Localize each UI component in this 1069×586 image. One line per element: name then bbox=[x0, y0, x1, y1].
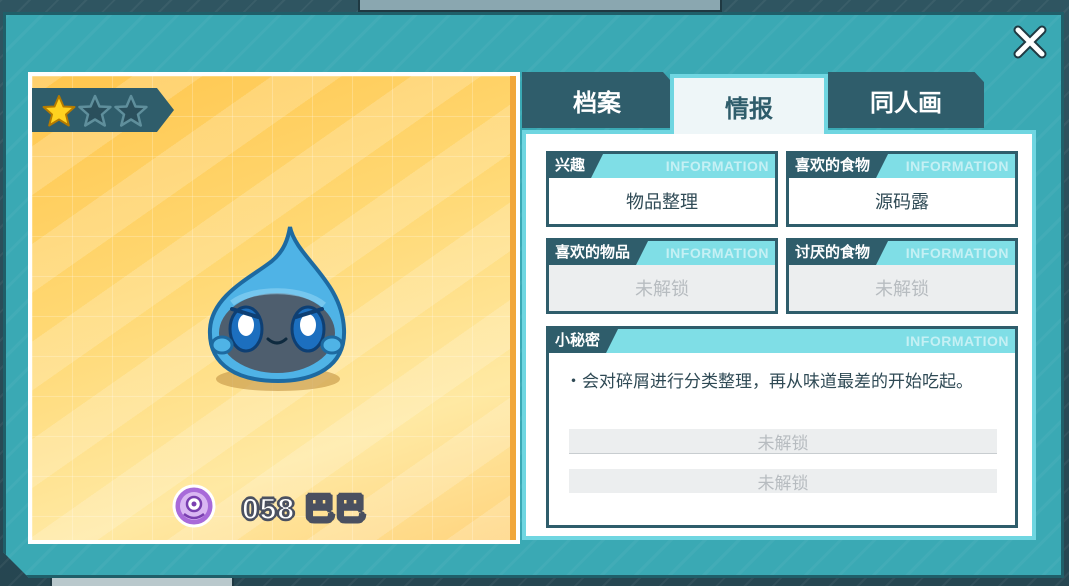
character-card: 058 巴巴 bbox=[28, 72, 520, 544]
secret-text: ・会对碎屑进行分类整理，再从味道最差的开始吃起。 bbox=[565, 372, 973, 391]
creature-portrait bbox=[207, 226, 347, 391]
star-filled-icon bbox=[42, 95, 76, 127]
tab-fan-art[interactable]: 同人画 bbox=[828, 72, 984, 128]
rarity-banner bbox=[32, 88, 174, 132]
locked-secret-1: 未解锁 bbox=[569, 429, 997, 454]
liked-item-value: 未解锁 bbox=[549, 265, 775, 311]
liked-item-label: 喜欢的物品 bbox=[549, 241, 648, 265]
hated-food-value: 未解锁 bbox=[789, 265, 1015, 311]
hobby-value: 物品整理 bbox=[626, 192, 698, 212]
liked-food-box: INFORMATION 喜欢的食物 源码露 bbox=[786, 151, 1018, 227]
liked-item-box: INFORMATION 喜欢的物品 未解锁 bbox=[546, 238, 778, 314]
creature-name: 058 巴巴 bbox=[241, 492, 367, 527]
hobby-box: INFORMATION 兴趣 物品整理 bbox=[546, 151, 778, 227]
header-watermark: INFORMATION bbox=[665, 158, 769, 174]
header-watermark: INFORMATION bbox=[905, 333, 1009, 349]
card-edge bbox=[510, 76, 516, 540]
close-icon[interactable] bbox=[1010, 22, 1050, 62]
creature-id-row: 058 巴巴 bbox=[172, 482, 366, 530]
liked-food-label: 喜欢的食物 bbox=[789, 154, 888, 178]
background-top-strip bbox=[358, 0, 722, 12]
tab-profile[interactable]: 档案 bbox=[522, 72, 672, 128]
star-empty-icon bbox=[114, 94, 148, 127]
secret-box: INFORMATION 小秘密 ・会对碎屑进行分类整理，再从味道最差的开始吃起。… bbox=[546, 326, 1018, 528]
hated-food-label: 讨厌的食物 bbox=[789, 241, 888, 265]
tab-info[interactable]: 情报 bbox=[670, 74, 828, 134]
hated-food-box: INFORMATION 讨厌的食物 未解锁 bbox=[786, 238, 1018, 314]
header-watermark: INFORMATION bbox=[905, 245, 1009, 261]
element-badge-icon bbox=[172, 484, 216, 528]
header-watermark: INFORMATION bbox=[905, 158, 1009, 174]
locked-secret-2: 未解锁 bbox=[569, 469, 997, 493]
secret-label: 小秘密 bbox=[549, 329, 618, 353]
header-watermark: INFORMATION bbox=[665, 245, 769, 261]
liked-food-value: 源码露 bbox=[875, 192, 929, 212]
star-empty-icon bbox=[78, 94, 112, 127]
